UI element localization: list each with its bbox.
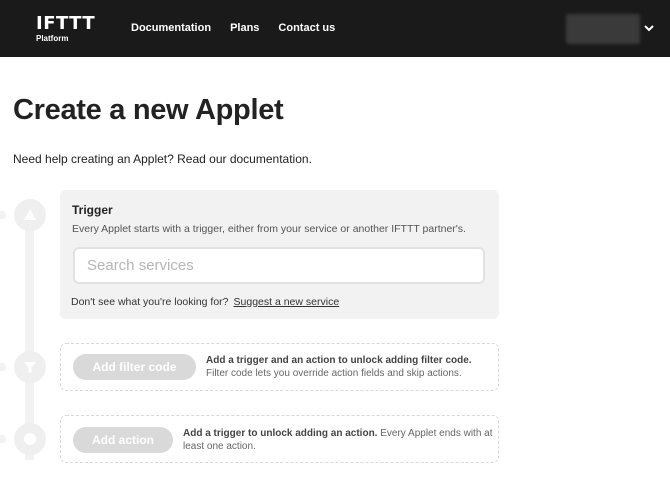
add-filter-code-button[interactable]: Add filter code: [73, 354, 196, 380]
page-title: Create a new Applet: [13, 94, 284, 126]
filter-info-bold: Add a trigger and an action to unlock ad…: [206, 355, 472, 366]
nav-contact-us[interactable]: Contact us: [278, 21, 335, 35]
action-card: Add action Add a trigger to unlock addin…: [60, 415, 499, 463]
action-step-marker: [14, 423, 46, 455]
suggest-service-row: Don't see what you're looking for? Sugges…: [71, 296, 339, 308]
no-find-text: Don't see what you're looking for?: [71, 296, 229, 308]
filter-funnel-icon: [24, 362, 36, 373]
help-prefix: Need help creating an Applet? Read: [13, 152, 210, 166]
step-rail: [25, 200, 34, 460]
nav-plans[interactable]: Plans: [230, 21, 259, 35]
trigger-step-marker: [14, 199, 46, 231]
chevron-down-icon[interactable]: [643, 22, 655, 34]
help-suffix: .: [308, 152, 312, 166]
main-nav: Documentation Plans Contact us: [131, 21, 335, 35]
nav-documentation[interactable]: Documentation: [131, 21, 211, 35]
suggest-service-link[interactable]: Suggest a new service: [234, 296, 340, 308]
rail-fragment: [0, 363, 6, 371]
account-avatar[interactable]: [566, 14, 640, 44]
triangle-icon: [24, 209, 36, 220]
logo-subtitle: Platform: [36, 34, 69, 43]
trigger-description: Every Applet starts with a trigger, eith…: [72, 223, 466, 235]
filter-info-detail: Filter code lets you override action fie…: [206, 368, 462, 379]
action-info-bold: Add a trigger to unlock adding an action…: [183, 428, 378, 439]
circle-icon: [24, 433, 36, 445]
filter-code-card: Add filter code Add a trigger and an act…: [60, 343, 499, 391]
trigger-title: Trigger: [72, 203, 113, 217]
top-navigation-bar: IFTTT Platform Documentation Plans Conta…: [0, 0, 670, 57]
documentation-link[interactable]: our documentation: [209, 152, 308, 166]
search-services-input[interactable]: [73, 247, 485, 284]
rail-fragment: [0, 435, 6, 443]
filter-info-text: Add a trigger and an action to unlock ad…: [206, 354, 491, 380]
rail-fragment: [0, 211, 6, 219]
action-info-text: Add a trigger to unlock adding an action…: [183, 427, 493, 453]
trigger-card: Trigger Every Applet starts with a trigg…: [60, 190, 499, 319]
ifttt-platform-logo[interactable]: IFTTT Platform: [36, 15, 95, 44]
filter-step-marker: [14, 351, 46, 383]
help-text: Need help creating an Applet? Read our d…: [13, 152, 312, 167]
add-action-button[interactable]: Add action: [73, 427, 173, 453]
logo-wordmark: IFTTT: [36, 13, 96, 34]
